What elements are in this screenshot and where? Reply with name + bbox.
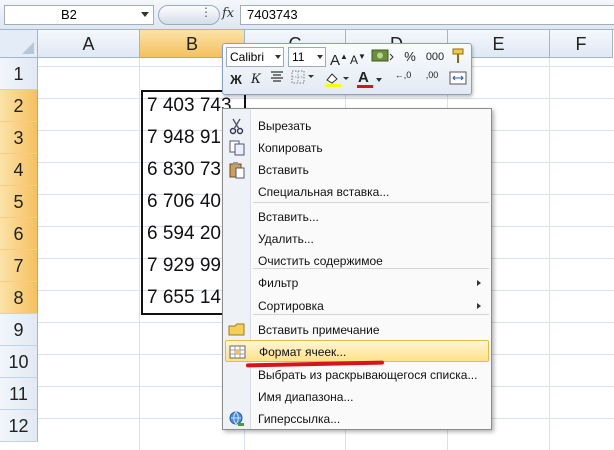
hyperlink-icon (228, 410, 246, 428)
menu-item-label: Удалить... (258, 232, 314, 246)
decrease-decimal-label: ,00 (425, 70, 439, 80)
font-name-combo[interactable]: Calibri (226, 47, 284, 67)
select-all-triangle-icon (22, 42, 34, 54)
merge-center-button[interactable] (448, 70, 468, 90)
row-header-8[interactable]: 8 (0, 282, 38, 314)
menu-item-filter[interactable]: Фильтр (225, 272, 489, 294)
column-header-a[interactable]: A (38, 30, 140, 58)
menu-item-label: Копировать (258, 141, 323, 155)
menu-item-label: Гиперссылка... (258, 412, 341, 426)
font-color-swatch (357, 85, 373, 88)
submenu-arrow-icon (477, 280, 481, 286)
row-header-12[interactable]: 12 (0, 410, 38, 442)
chevron-down-icon[interactable] (275, 55, 281, 59)
menu-item-hyperlink[interactable]: Гиперссылка... (225, 408, 489, 430)
format-cells-icon (229, 343, 247, 361)
bold-button[interactable]: Ж (228, 70, 244, 90)
row-header-5[interactable]: 5 (0, 186, 38, 218)
grow-font-button[interactable]: A▲ (330, 47, 348, 69)
decrease-decimal-button[interactable]: ,00 (420, 70, 444, 90)
font-size-value: 11 (292, 50, 305, 64)
row-header-10[interactable]: 10 (0, 346, 38, 378)
align-center-icon (271, 71, 283, 82)
menu-item-label: Выбрать из раскрывающегося списка... (258, 368, 478, 382)
row-header-3[interactable]: 3 (0, 122, 38, 154)
fill-color-button[interactable] (322, 70, 350, 90)
name-box-dropdown-icon[interactable] (141, 12, 149, 17)
font-name-value: Calibri (230, 50, 265, 64)
align-center-button[interactable] (268, 70, 286, 90)
shrink-font-letter: A (350, 53, 359, 67)
menu-item-paste[interactable]: Вставить (225, 159, 489, 181)
chevron-down-icon (376, 78, 382, 82)
row-header-4[interactable]: 4 (0, 154, 38, 186)
increase-decimal-label: ←,0 (394, 70, 412, 80)
menu-item-clear-contents[interactable]: Очистить содержимое (225, 250, 489, 272)
chevron-down-icon[interactable] (317, 55, 323, 59)
context-menu: Вырезать Копировать Вставить Специальная вс… (222, 108, 492, 430)
menu-item-label: Фильтр (258, 276, 299, 290)
paste-icon (228, 161, 246, 179)
menu-item-label: Специальная вставка... (258, 185, 390, 199)
increase-decimal-button[interactable]: ←,0 (390, 70, 416, 90)
formula-bar: B2 ⋮ fx 7403743 (0, 0, 614, 30)
row-header-9[interactable]: 9 (0, 314, 38, 346)
grow-font-letter: A (330, 52, 341, 69)
font-size-combo[interactable]: 11 (288, 47, 326, 67)
menu-item-delete[interactable]: Удалить... (225, 228, 489, 250)
row-header-2[interactable]: 2 (0, 90, 38, 122)
formula-input[interactable]: 7403743 (240, 5, 614, 25)
select-all-button[interactable] (0, 30, 38, 58)
menu-item-label: Сортировка (258, 299, 324, 313)
menu-item-label: Имя диапазона... (258, 390, 354, 404)
comment-icon (228, 321, 246, 339)
column-header-f[interactable]: F (550, 30, 613, 58)
borders-button[interactable] (290, 70, 316, 90)
formula-controls: ⋮ fx (156, 4, 238, 26)
name-box[interactable]: B2 (4, 5, 154, 25)
menu-item-label: Формат ячеек... (259, 345, 347, 359)
scissors-icon (228, 117, 246, 135)
menu-item-cut[interactable]: Вырезать (225, 115, 489, 137)
menu-item-label: Вставить примечание (258, 323, 380, 337)
accounting-format-button[interactable] (370, 47, 396, 67)
menu-item-insert[interactable]: Вставить... (225, 206, 489, 228)
drag-dots-icon: ⋮ (200, 5, 212, 19)
copy-icon (228, 139, 246, 157)
font-color-button[interactable]: A (356, 69, 384, 90)
menu-item-define-name[interactable]: Имя диапазона... (225, 386, 489, 408)
name-box-value: B2 (61, 7, 77, 22)
shrink-font-button[interactable]: A▼ (350, 47, 366, 67)
insert-function-button[interactable]: fx (222, 6, 234, 21)
mini-toolbar: Calibri 11 A▲ A▼ % 000 Ж К A ←,0 ,00 (222, 43, 472, 95)
menu-item-format-cells[interactable]: Формат ячеек... (225, 340, 489, 362)
row-header-6[interactable]: 6 (0, 218, 38, 250)
menu-item-insert-comment[interactable]: Вставить примечание (225, 319, 489, 341)
borders-icon (291, 70, 314, 84)
menu-item-label: Вставить (258, 163, 309, 177)
menu-item-sort[interactable]: Сортировка (225, 295, 489, 317)
format-painter-icon (452, 48, 464, 63)
menu-item-label: Очистить содержимое (258, 254, 383, 268)
format-painter-button[interactable] (450, 47, 468, 67)
row-header-1[interactable]: 1 (0, 58, 38, 90)
italic-button[interactable]: К (248, 70, 264, 90)
row-header-11[interactable]: 11 (0, 378, 38, 410)
menu-item-label: Вставить... (258, 210, 319, 224)
submenu-arrow-icon (477, 303, 481, 309)
menu-item-paste-special[interactable]: Специальная вставка... (225, 181, 489, 203)
comma-style-button[interactable]: 000 (424, 47, 446, 67)
row-header-7[interactable]: 7 (0, 250, 38, 282)
percent-style-button[interactable]: % (402, 47, 418, 67)
menu-item-copy[interactable]: Копировать (225, 137, 489, 159)
menu-item-pick-from-list[interactable]: Выбрать из раскрывающегося списка... (225, 364, 489, 386)
menu-item-label: Вырезать (258, 119, 312, 133)
fill-color-icon (325, 73, 349, 87)
accounting-format-icon (371, 49, 394, 62)
merge-center-icon (449, 71, 467, 85)
